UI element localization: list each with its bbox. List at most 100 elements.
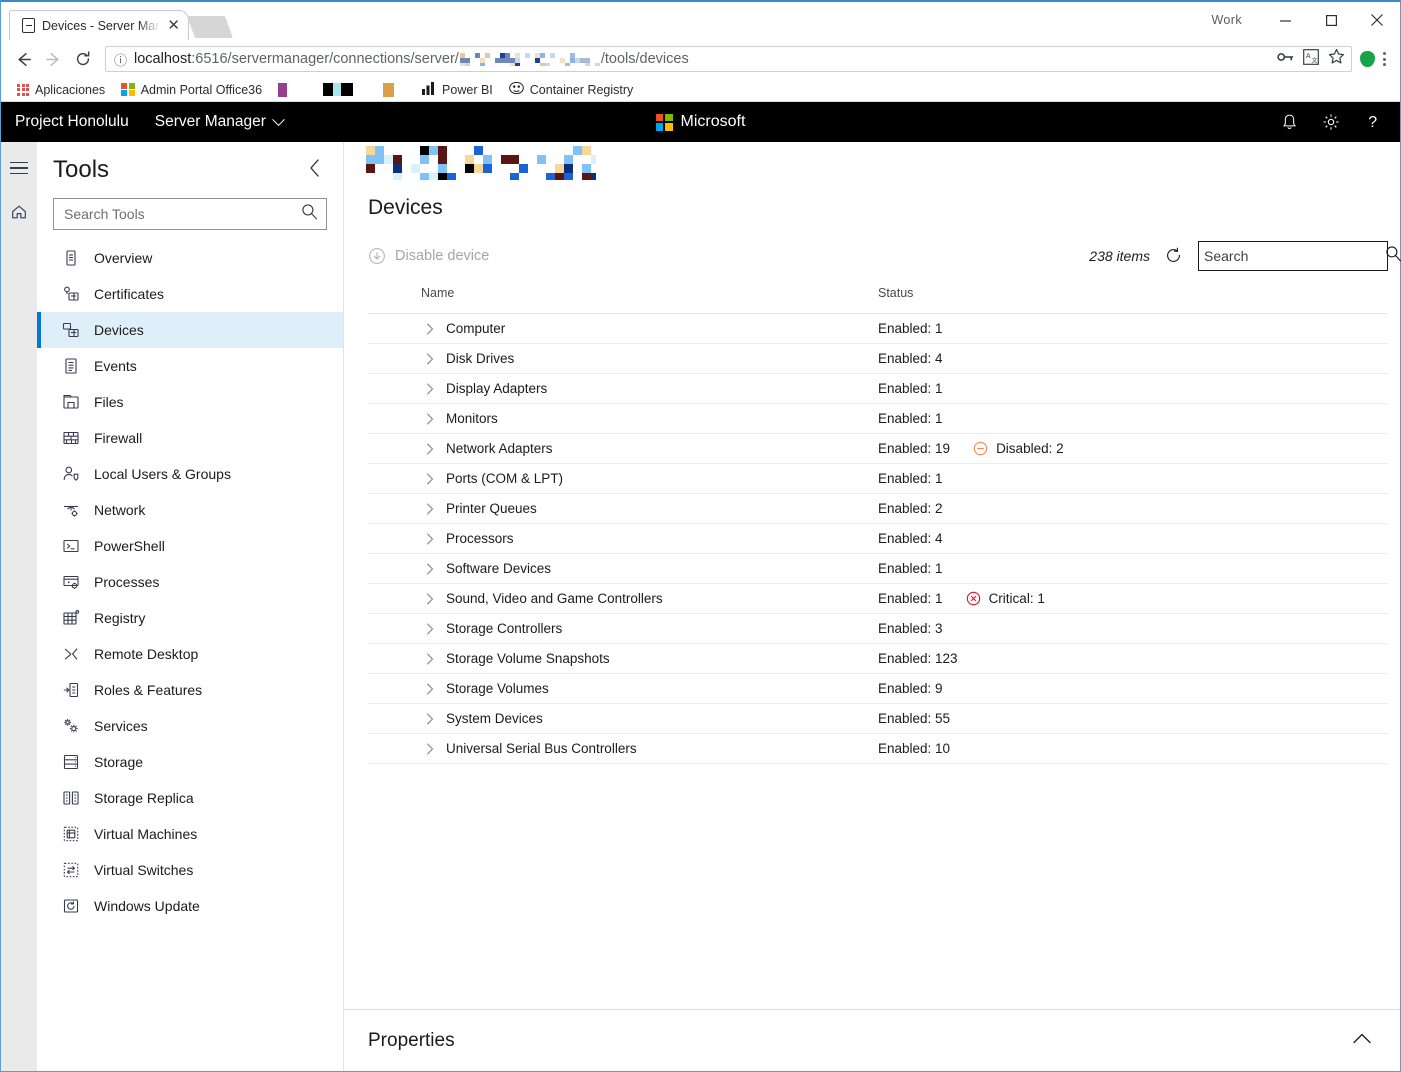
home-icon[interactable] (5, 198, 33, 226)
sidebar-item-roles-features[interactable]: Roles & Features (37, 672, 343, 708)
cell-status: Enabled: 19 Disabled: 2 (878, 441, 1388, 456)
search-tools-input[interactable] (64, 206, 301, 222)
table-row[interactable]: Disk Drives Enabled: 4 (368, 344, 1388, 374)
password-key-icon[interactable] (1277, 50, 1294, 69)
chevron-right-icon[interactable] (426, 502, 434, 515)
sidebar-item-storage-replica[interactable]: Storage Replica (37, 780, 343, 816)
bookmark-star-icon[interactable] (1328, 48, 1345, 70)
chevron-right-icon[interactable] (426, 382, 434, 395)
table-row[interactable]: Ports (COM & LPT) Enabled: 1 (368, 464, 1388, 494)
forward-arrow-icon[interactable] (39, 45, 67, 73)
tool-selector[interactable]: Server Manager (155, 112, 285, 131)
question-mark-icon[interactable]: ? (1356, 105, 1390, 139)
chevron-right-icon[interactable] (426, 322, 434, 335)
chevron-right-icon[interactable] (426, 532, 434, 545)
table-row[interactable]: Network Adapters Enabled: 19 Disabled: 2 (368, 434, 1388, 464)
info-circle-icon[interactable]: ⓘ (114, 50, 127, 69)
devices-search-field[interactable] (1198, 241, 1401, 271)
bookmark-redacted-1[interactable] (270, 80, 295, 100)
disable-device-button[interactable]: Disable device (368, 247, 489, 265)
close-window-button[interactable] (1354, 4, 1400, 36)
table-row[interactable]: Sound, Video and Game Controllers Enabled… (368, 584, 1388, 614)
sidebar-item-remote-desktop[interactable]: Remote Desktop (37, 636, 343, 672)
device-name: Ports (COM & LPT) (446, 471, 564, 486)
table-row[interactable]: System Devices Enabled: 55 (368, 704, 1388, 734)
disable-device-label: Disable device (395, 248, 490, 264)
chevron-right-icon[interactable] (426, 352, 434, 365)
table-row[interactable]: Software Devices Enabled: 1 (368, 554, 1388, 584)
chevron-right-icon[interactable] (426, 472, 434, 485)
cell-name: Processors (368, 531, 878, 546)
hamburger-menu-icon[interactable] (5, 154, 33, 182)
bookmark-admin-portal[interactable]: Admin Portal Office36 (113, 80, 270, 100)
chevron-right-icon[interactable] (426, 652, 434, 665)
table-row[interactable]: Storage Volumes Enabled: 9 (368, 674, 1388, 704)
address-bar[interactable]: ⓘ localhost:6516/servermanager/connectio… (105, 46, 1352, 72)
sidebar-item-local-users-groups[interactable]: Local Users & Groups (37, 456, 343, 492)
search-icon[interactable] (1385, 245, 1401, 267)
new-tab-button[interactable] (186, 16, 234, 38)
sidebar-item-storage[interactable]: Storage (37, 744, 343, 780)
chevron-up-icon[interactable] (1352, 1032, 1372, 1050)
table-row[interactable]: Storage Volume Snapshots Enabled: 123 (368, 644, 1388, 674)
close-icon[interactable]: ✕ (167, 18, 180, 33)
bookmark-aplicaciones[interactable]: Aplicaciones (9, 80, 113, 100)
disable-device-icon (368, 247, 386, 265)
sidebar-item-firewall[interactable]: Firewall (37, 420, 343, 456)
bookmark-redacted-3[interactable] (375, 80, 402, 100)
chevron-left-icon[interactable] (308, 158, 321, 183)
cell-name: Monitors (368, 411, 878, 426)
bookmark-container-registry[interactable]: Container Registry (501, 80, 642, 100)
bookmark-power-bi[interactable]: Power BI (414, 80, 501, 100)
sidebar-item-label: Certificates (94, 286, 165, 302)
properties-panel-header[interactable]: Properties (344, 1009, 1400, 1071)
chevron-right-icon[interactable] (426, 622, 434, 635)
table-row[interactable]: Monitors Enabled: 1 (368, 404, 1388, 434)
profile-avatar-icon[interactable] (1360, 51, 1375, 67)
minimize-button[interactable] (1262, 4, 1308, 36)
sidebar-item-processes[interactable]: Processes (37, 564, 343, 600)
sidebar-item-events[interactable]: Events (37, 348, 343, 384)
search-icon[interactable] (301, 203, 318, 225)
chevron-right-icon[interactable] (426, 742, 434, 755)
sidebar-item-network[interactable]: Network (37, 492, 343, 528)
sidebar-item-files[interactable]: Files (37, 384, 343, 420)
sidebar-item-windows-update[interactable]: Windows Update (37, 888, 343, 924)
sidebar-item-virtual-switches[interactable]: Virtual Switches (37, 852, 343, 888)
table-row[interactable]: Display Adapters Enabled: 1 (368, 374, 1388, 404)
chevron-right-icon[interactable] (426, 682, 434, 695)
sidebar-item-virtual-machines[interactable]: Virtual Machines (37, 816, 343, 852)
tab-title: Devices - Server Manage (42, 18, 161, 33)
table-row[interactable]: Printer Queues Enabled: 2 (368, 494, 1388, 524)
chrome-menu-icon[interactable] (1377, 52, 1392, 66)
bookmark-redacted-2[interactable] (315, 80, 361, 100)
bell-icon[interactable] (1272, 105, 1306, 139)
gear-icon[interactable] (1314, 105, 1348, 139)
sidebar-item-devices[interactable]: Devices (37, 312, 343, 348)
sidebar-item-certificates[interactable]: Certificates (37, 276, 343, 312)
table-row[interactable]: Universal Serial Bus Controllers Enabled:… (368, 734, 1388, 764)
chevron-right-icon[interactable] (426, 562, 434, 575)
maximize-button[interactable] (1308, 4, 1354, 36)
chevron-right-icon[interactable] (426, 442, 434, 455)
table-row[interactable]: Storage Controllers Enabled: 3 (368, 614, 1388, 644)
devices-search-input[interactable] (1204, 248, 1385, 264)
column-header-status[interactable]: Status (878, 286, 1388, 300)
chevron-right-icon[interactable] (426, 712, 434, 725)
sidebar-item-powershell[interactable]: PowerShell (37, 528, 343, 564)
translate-icon[interactable]: A文 (1303, 48, 1319, 70)
sidebar-item-services[interactable]: Services (37, 708, 343, 744)
back-arrow-icon[interactable] (9, 45, 37, 73)
browser-tab[interactable]: Devices - Server Manage ✕ (9, 10, 189, 40)
reload-icon[interactable] (69, 45, 97, 73)
chevron-right-icon[interactable] (426, 592, 434, 605)
sidebar-item-registry[interactable]: Registry (37, 600, 343, 636)
table-row[interactable]: Computer Enabled: 1 (368, 314, 1388, 344)
column-header-name[interactable]: Name (368, 286, 878, 300)
app-brand[interactable]: Project Honolulu (15, 113, 129, 131)
sidebar-item-overview[interactable]: Overview (37, 240, 343, 276)
chevron-right-icon[interactable] (426, 412, 434, 425)
refresh-icon[interactable] (1164, 246, 1184, 266)
search-tools-field[interactable] (53, 198, 327, 230)
table-row[interactable]: Processors Enabled: 4 (368, 524, 1388, 554)
